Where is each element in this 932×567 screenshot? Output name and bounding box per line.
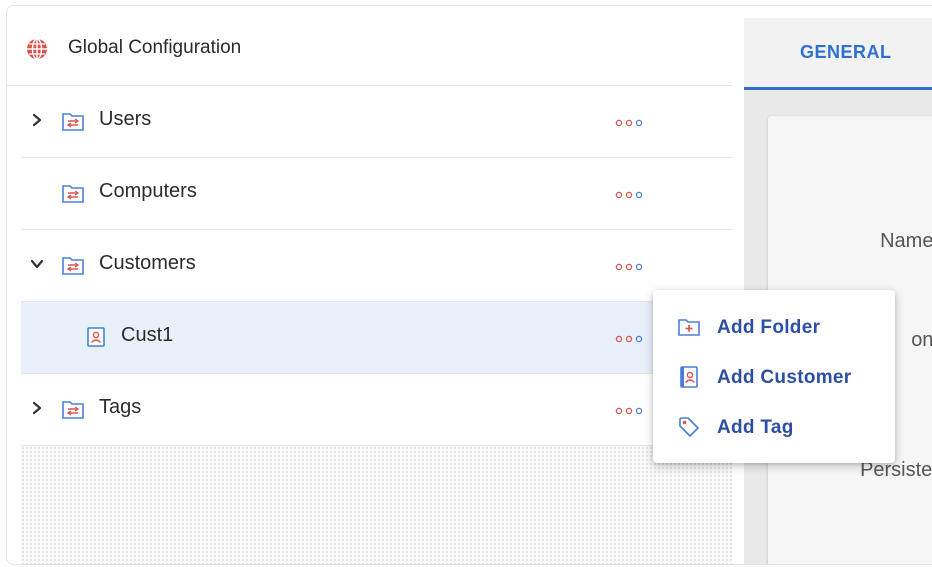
tree-row-label: Customers [99,252,196,274]
name-field-label: Name: [880,230,932,252]
description-field-label: on: [911,329,932,351]
tree-row-computers[interactable]: Computers [21,158,732,230]
folder-icon [62,113,84,131]
tree-row-label: Users [99,108,152,130]
tree-row-label: Computers [99,180,197,202]
chevron-right-icon[interactable] [30,113,44,127]
more-options-icon[interactable] [615,335,643,343]
context-menu: Add Folder Add Customer Add Tag [653,290,895,463]
add-folder-icon [678,319,700,336]
folder-icon [62,257,84,275]
tag-icon [679,417,699,437]
menu-item-label: Add Customer [717,367,852,388]
customer-icon [87,327,105,347]
tree-row-users[interactable]: Users [21,86,732,158]
more-options-icon[interactable] [615,119,643,127]
more-options-icon[interactable] [615,263,643,271]
customer-icon [680,366,698,388]
tab-general[interactable]: GENERAL [744,18,932,90]
app-window: Global Configuration Users Computers Cus… [6,5,932,565]
tree-row-tags[interactable]: Tags [21,374,732,446]
tab-general-label: GENERAL [800,42,892,62]
folder-icon [62,185,84,203]
tree-header[interactable]: Global Configuration [7,6,732,86]
tree-row-customers[interactable]: Customers [21,230,732,302]
menu-item-label: Add Tag [717,417,794,438]
globe-icon [27,38,47,60]
menu-item-add-tag[interactable]: Add Tag [653,404,895,450]
more-options-icon[interactable] [615,407,643,415]
chevron-down-icon[interactable] [30,257,44,271]
menu-item-label: Add Folder [717,317,821,338]
tree-header-title: Global Configuration [68,37,242,58]
tree-panel: Global Configuration Users Computers Cus… [7,6,732,564]
tree-row-cust1[interactable]: Cust1 [21,302,732,374]
chevron-right-icon[interactable] [30,401,44,415]
folder-icon [62,401,84,419]
menu-item-add-customer[interactable]: Add Customer [653,354,895,400]
tree-empty-area [21,446,732,564]
menu-item-add-folder[interactable]: Add Folder [653,304,895,350]
more-options-icon[interactable] [615,191,643,199]
tree-row-label: Cust1 [121,324,174,346]
tree-row-label: Tags [99,396,142,418]
